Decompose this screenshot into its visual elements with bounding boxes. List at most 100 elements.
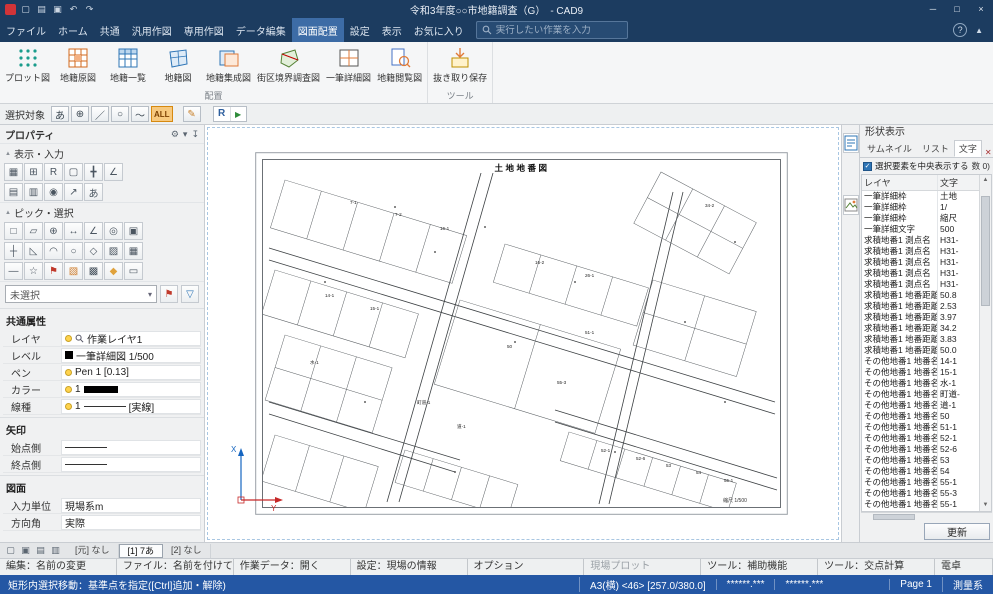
pick-circle-icon[interactable]: ○	[64, 242, 83, 260]
pick-fill-icon[interactable]: ▧	[64, 262, 83, 280]
ribbon-button-etsuran[interactable]: 地籍閲覧図	[374, 44, 425, 90]
text-list-row[interactable]: 一筆詳細枠 1/	[862, 202, 979, 213]
select-all-toggle[interactable]: ALL	[151, 106, 173, 122]
pick-node-icon[interactable]: ▣	[124, 222, 143, 240]
filter-icon[interactable]: ▽	[181, 285, 199, 303]
command-item-7[interactable]: ツール：交点計算	[818, 559, 935, 575]
property-value[interactable]: 現場系m	[61, 497, 201, 513]
hscroll-thumb[interactable]	[873, 514, 915, 520]
text-list-row[interactable]: その他地番1 地番名 53	[862, 455, 979, 466]
property-value[interactable]: Pen 1 [0.13]	[61, 364, 201, 380]
text-list-row[interactable]: 求積地番1 測点名 H31-	[862, 246, 979, 257]
pick-hatch-icon[interactable]: ▨	[104, 242, 123, 260]
pick-plus-icon[interactable]: ┼	[4, 242, 23, 260]
text-list-row[interactable]: 求積地番1 測点名 H31-	[862, 279, 979, 290]
menu-tab-9[interactable]: お気に入り	[408, 18, 470, 42]
ribbon-button-shusei[interactable]: 地籍集成図	[203, 44, 254, 90]
pick-solid-icon[interactable]: ◆	[104, 262, 123, 280]
text-list-row[interactable]: その他地番1 地番名 水-1	[862, 378, 979, 389]
update-button[interactable]: 更新	[924, 523, 990, 540]
property-value[interactable]	[61, 439, 201, 455]
text-list-row[interactable]: 求積地番1 地番距離 2.53	[862, 301, 979, 312]
text-list-row[interactable]: その他地番1 地番名 道-1	[862, 400, 979, 411]
angle-display-icon[interactable]: ∠	[104, 163, 123, 181]
save-icon[interactable]: ▣	[51, 4, 64, 15]
text-list-row[interactable]: その他地番1 地番名 51-1	[862, 422, 979, 433]
command-item-3[interactable]: 設定：現場の情報	[351, 559, 468, 575]
page-tab-2[interactable]: [2] なし	[163, 543, 211, 558]
redo-icon[interactable]: ↷	[83, 4, 96, 15]
scroll-down-icon[interactable]: ▼	[983, 500, 989, 511]
page-tab-0[interactable]: [元] なし	[67, 543, 119, 558]
select-curve-toggle[interactable]: 〜	[131, 106, 149, 122]
pick-center-icon[interactable]: ◎	[104, 222, 123, 240]
close-icon[interactable]: ✕	[982, 148, 993, 157]
text-list-row[interactable]: 求積地番1 地番距離 34.2	[862, 323, 979, 334]
pick-grid-icon[interactable]: ▦	[124, 242, 143, 260]
play-icon[interactable]: ▶	[229, 107, 246, 121]
shape-tab-0[interactable]: サムネイル	[862, 140, 917, 157]
horizontal-scrollbar[interactable]	[861, 512, 992, 521]
text-list-row[interactable]: その他地番1 地番名 14-1	[862, 356, 979, 367]
text-list-row[interactable]: 一筆詳細文字 500	[862, 224, 979, 235]
property-value[interactable]	[61, 456, 201, 472]
command-item-1[interactable]: ファイル：名前を付けて...	[117, 559, 234, 575]
pick-flag-icon[interactable]: ⚑	[44, 262, 63, 280]
command-item-0[interactable]: 編集：名前の変更	[0, 559, 117, 575]
select-circle-toggle[interactable]: ○	[111, 106, 129, 122]
menu-tab-8[interactable]: 表示	[376, 18, 408, 42]
pin-icon[interactable]: ↧	[191, 129, 199, 140]
text-list-row[interactable]: 求積地番1 地番距離 3.83	[862, 334, 979, 345]
search-input[interactable]	[495, 24, 616, 36]
snap-grid-icon[interactable]: ⊞	[24, 163, 43, 181]
text-list-row[interactable]: 求積地番1 地番距離 3.97	[862, 312, 979, 323]
text-list-row[interactable]: その他地番1 地番名 52-6	[862, 444, 979, 455]
text-list-row[interactable]: 求積地番1 測点名 H31-	[862, 257, 979, 268]
maximize-button[interactable]: □	[945, 0, 969, 18]
center-display-checkbox[interactable]: ✓	[863, 161, 872, 171]
ribbon-button-plot[interactable]: プロット図	[2, 44, 53, 90]
text-list-row[interactable]: その他地番1 地番名 52-1	[862, 433, 979, 444]
attribute-pen-icon[interactable]: ✎	[182, 106, 201, 122]
help-icon[interactable]: ?	[953, 23, 968, 37]
selection-combo[interactable]: 未選択 ▾	[5, 285, 157, 303]
pick-line-icon[interactable]: —	[4, 262, 23, 280]
open-icon[interactable]: ▤	[35, 4, 48, 15]
command-item-4[interactable]: オプション	[468, 559, 585, 575]
column-header-0[interactable]: レイヤ	[862, 175, 938, 190]
pick-arc-icon[interactable]: ◠	[44, 242, 63, 260]
text-list-row[interactable]: 求積地番1 地番距離 50.0	[862, 345, 979, 356]
drawing-canvas[interactable]: 7-1 7-2 16-1 16-2 26-1 34-2 14-1 15-1 水-1 50 51-1 5…	[205, 125, 841, 542]
command-item-2[interactable]: 作業データ：開く	[234, 559, 351, 575]
command-item-5[interactable]: 現場プロット	[584, 559, 702, 575]
text-list-row[interactable]: その他地番1 地番名 54	[862, 466, 979, 477]
pick-poly-icon[interactable]: ▱	[24, 222, 43, 240]
text-list-row[interactable]: 求積地番1 測点名 H31-	[862, 268, 979, 279]
scroll-up-icon[interactable]: ▲	[983, 175, 989, 186]
ribbon-button-genzu[interactable]: 地籍原図	[53, 44, 103, 90]
frame-display-icon[interactable]: ▢	[64, 163, 83, 181]
menu-tab-2[interactable]: 共通	[94, 18, 126, 42]
menu-tab-5[interactable]: データ編集	[230, 18, 292, 42]
text-list-row[interactable]: その他地番1 地番名 町道-	[862, 389, 979, 400]
menu-tab-3[interactable]: 汎用作図	[126, 18, 178, 42]
hatch-display-icon[interactable]: ▤	[4, 183, 23, 201]
paper-size-indicator[interactable]: A3(横) <46> [257.0/380.0]	[579, 577, 716, 592]
thumbnail-view-button[interactable]	[842, 133, 859, 153]
pick-cross-icon[interactable]: ⊕	[44, 222, 63, 240]
text-display-icon[interactable]: あ	[84, 183, 103, 201]
pick-star-icon[interactable]: ☆	[24, 262, 43, 280]
menu-tab-7[interactable]: 設定	[344, 18, 376, 42]
pick-rect-icon[interactable]: □	[4, 222, 23, 240]
crosshair-icon[interactable]: ╋	[84, 163, 103, 181]
ribbon-button-chiseki[interactable]: 地籍図	[153, 44, 203, 90]
minimize-button[interactable]: ─	[921, 0, 945, 18]
property-value[interactable]: 作業レイヤ1	[61, 330, 201, 346]
app-icon[interactable]	[5, 3, 16, 15]
scroll-thumb[interactable]	[981, 196, 990, 306]
text-list-row[interactable]: 求積地番1 地番距離 50.8	[862, 290, 979, 301]
ribbon-button-gaiku[interactable]: 街区境界調査図	[254, 44, 323, 90]
ribbon-button-ichiran[interactable]: 地籍一覧	[103, 44, 153, 90]
pick-angle-icon[interactable]: ∠	[84, 222, 103, 240]
coordinate-system-indicator[interactable]: 測量系	[942, 577, 993, 592]
